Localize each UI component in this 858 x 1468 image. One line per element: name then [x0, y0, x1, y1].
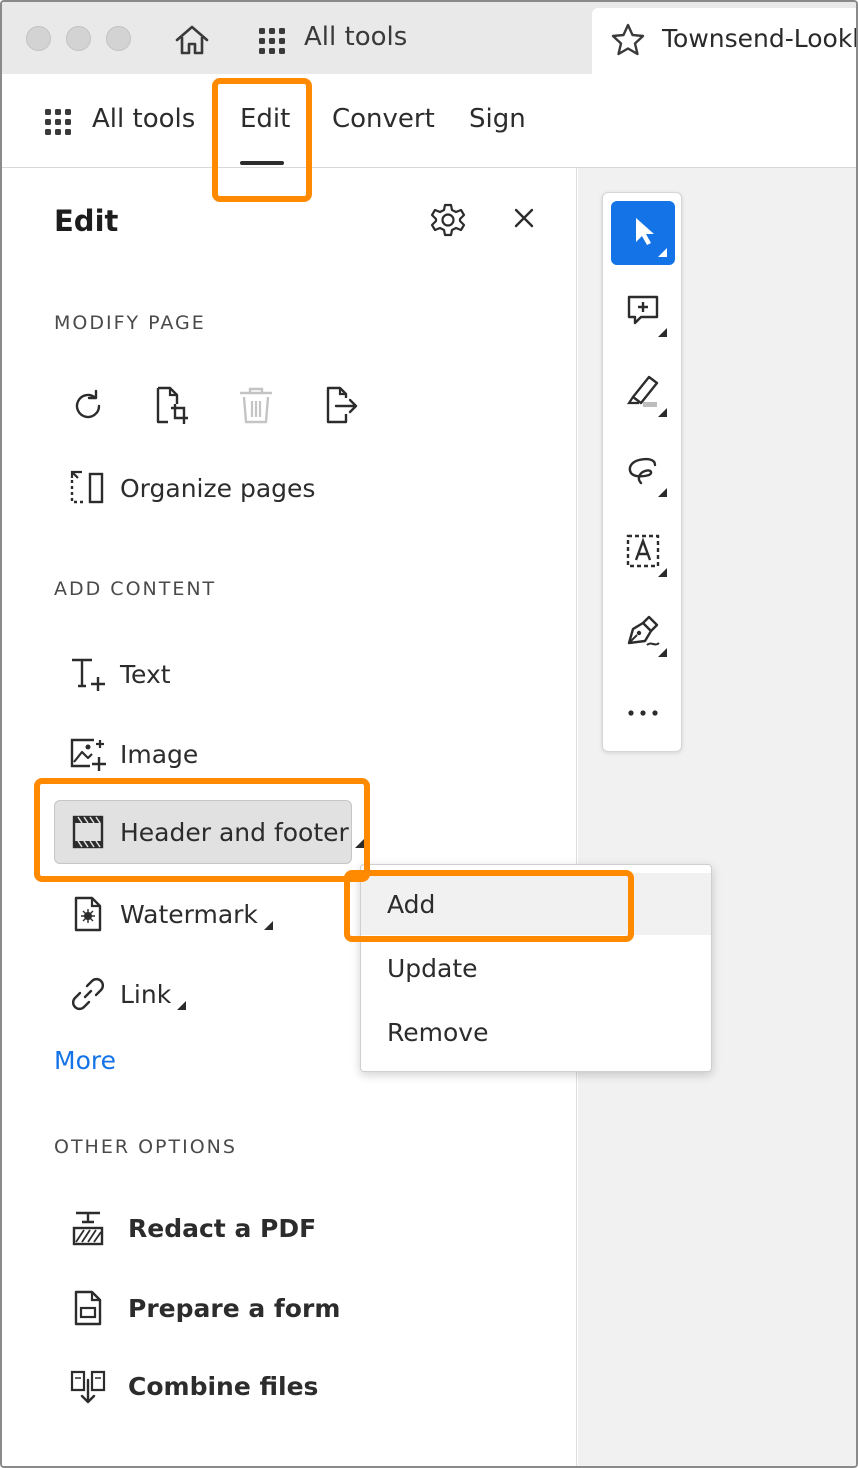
- nav-all-tools[interactable]: All tools: [92, 104, 195, 134]
- add-image-icon: [68, 734, 108, 774]
- organize-pages-item[interactable]: Organize pages: [68, 466, 315, 510]
- highlight-box-add: [344, 870, 634, 942]
- add-text-icon: [68, 654, 108, 694]
- link-label: Link: [120, 979, 172, 1009]
- form-icon: [68, 1288, 108, 1328]
- add-comment-icon: [625, 293, 661, 333]
- redact-icon: [68, 1208, 108, 1248]
- organize-pages-icon: [68, 468, 108, 508]
- watermark-icon: [68, 894, 108, 934]
- tab-sign[interactable]: Sign: [469, 104, 526, 134]
- text-box-tool-button[interactable]: [611, 521, 675, 585]
- link-icon: [68, 974, 108, 1014]
- top-nav-bar: All tools Edit Convert Sign: [2, 74, 856, 168]
- highlight-icon: [625, 373, 661, 413]
- combine-files-label: Combine files: [128, 1371, 319, 1401]
- add-text-label: Text: [120, 659, 171, 689]
- minimize-window-button[interactable]: [66, 26, 91, 51]
- home-icon[interactable]: [172, 22, 212, 58]
- draw-tool-button[interactable]: [611, 441, 675, 505]
- watermark-item[interactable]: Watermark: [68, 892, 273, 936]
- highlight-tool-button[interactable]: [611, 361, 675, 425]
- submenu-indicator-icon: [263, 921, 273, 930]
- add-comment-button[interactable]: [611, 281, 675, 345]
- more-tools-button[interactable]: [611, 681, 675, 745]
- all-tools-grid-icon[interactable]: [258, 27, 286, 59]
- highlight-box-edit-tab: [212, 78, 312, 202]
- zoom-window-button[interactable]: [106, 26, 131, 51]
- star-icon[interactable]: [610, 22, 646, 62]
- draw-icon: [625, 453, 661, 493]
- section-heading-other-options: OTHER OPTIONS: [54, 1136, 237, 1158]
- prepare-form-item[interactable]: Prepare a form: [68, 1286, 340, 1330]
- app-window: All tools Townsend-Lookb All tools Edit …: [0, 0, 858, 1468]
- delete-page-icon: [234, 384, 278, 428]
- all-tools-tab-label[interactable]: All tools: [304, 22, 407, 52]
- select-tool-button[interactable]: [611, 201, 675, 265]
- redact-pdf-label: Redact a PDF: [128, 1213, 317, 1243]
- sign-icon: [625, 613, 661, 653]
- gear-icon[interactable]: [430, 202, 466, 242]
- document-title: Townsend-Lookb: [662, 24, 858, 53]
- extract-page-icon[interactable]: [320, 384, 364, 428]
- sign-tool-button[interactable]: [611, 601, 675, 665]
- title-bar: All tools Townsend-Lookb: [2, 2, 858, 74]
- add-text-item[interactable]: Text: [68, 652, 171, 696]
- prepare-form-label: Prepare a form: [128, 1293, 341, 1323]
- panel-title: Edit: [54, 204, 119, 238]
- crop-page-icon[interactable]: [150, 384, 194, 428]
- all-tools-grid-icon[interactable]: [44, 108, 72, 140]
- link-item[interactable]: Link: [68, 972, 187, 1016]
- select-icon: [628, 214, 658, 252]
- watermark-label: Watermark: [120, 899, 258, 929]
- close-window-button[interactable]: [26, 26, 51, 51]
- combine-files-item[interactable]: Combine files: [68, 1364, 318, 1408]
- redact-pdf-item[interactable]: Redact a PDF: [68, 1206, 316, 1250]
- menu-item-update[interactable]: Update: [361, 937, 711, 999]
- add-image-label: Image: [120, 739, 199, 769]
- quick-tools-toolbar: [602, 192, 682, 752]
- document-tab[interactable]: Townsend-Lookb: [592, 8, 858, 74]
- highlight-box-header-footer: [34, 778, 370, 882]
- menu-item-remove[interactable]: Remove: [361, 1001, 711, 1063]
- section-heading-add-content: ADD CONTENT: [54, 578, 217, 600]
- rotate-icon[interactable]: [66, 384, 110, 428]
- more-icon: [625, 704, 661, 723]
- tab-convert[interactable]: Convert: [332, 104, 435, 134]
- close-icon[interactable]: [512, 206, 536, 234]
- submenu-indicator-icon: [177, 1001, 187, 1010]
- text-select-icon: [625, 533, 661, 573]
- more-link[interactable]: More: [54, 1046, 116, 1075]
- organize-pages-label: Organize pages: [120, 473, 316, 503]
- add-image-item[interactable]: Image: [68, 732, 198, 776]
- combine-icon: [68, 1366, 108, 1406]
- section-heading-modify-page: MODIFY PAGE: [54, 312, 206, 334]
